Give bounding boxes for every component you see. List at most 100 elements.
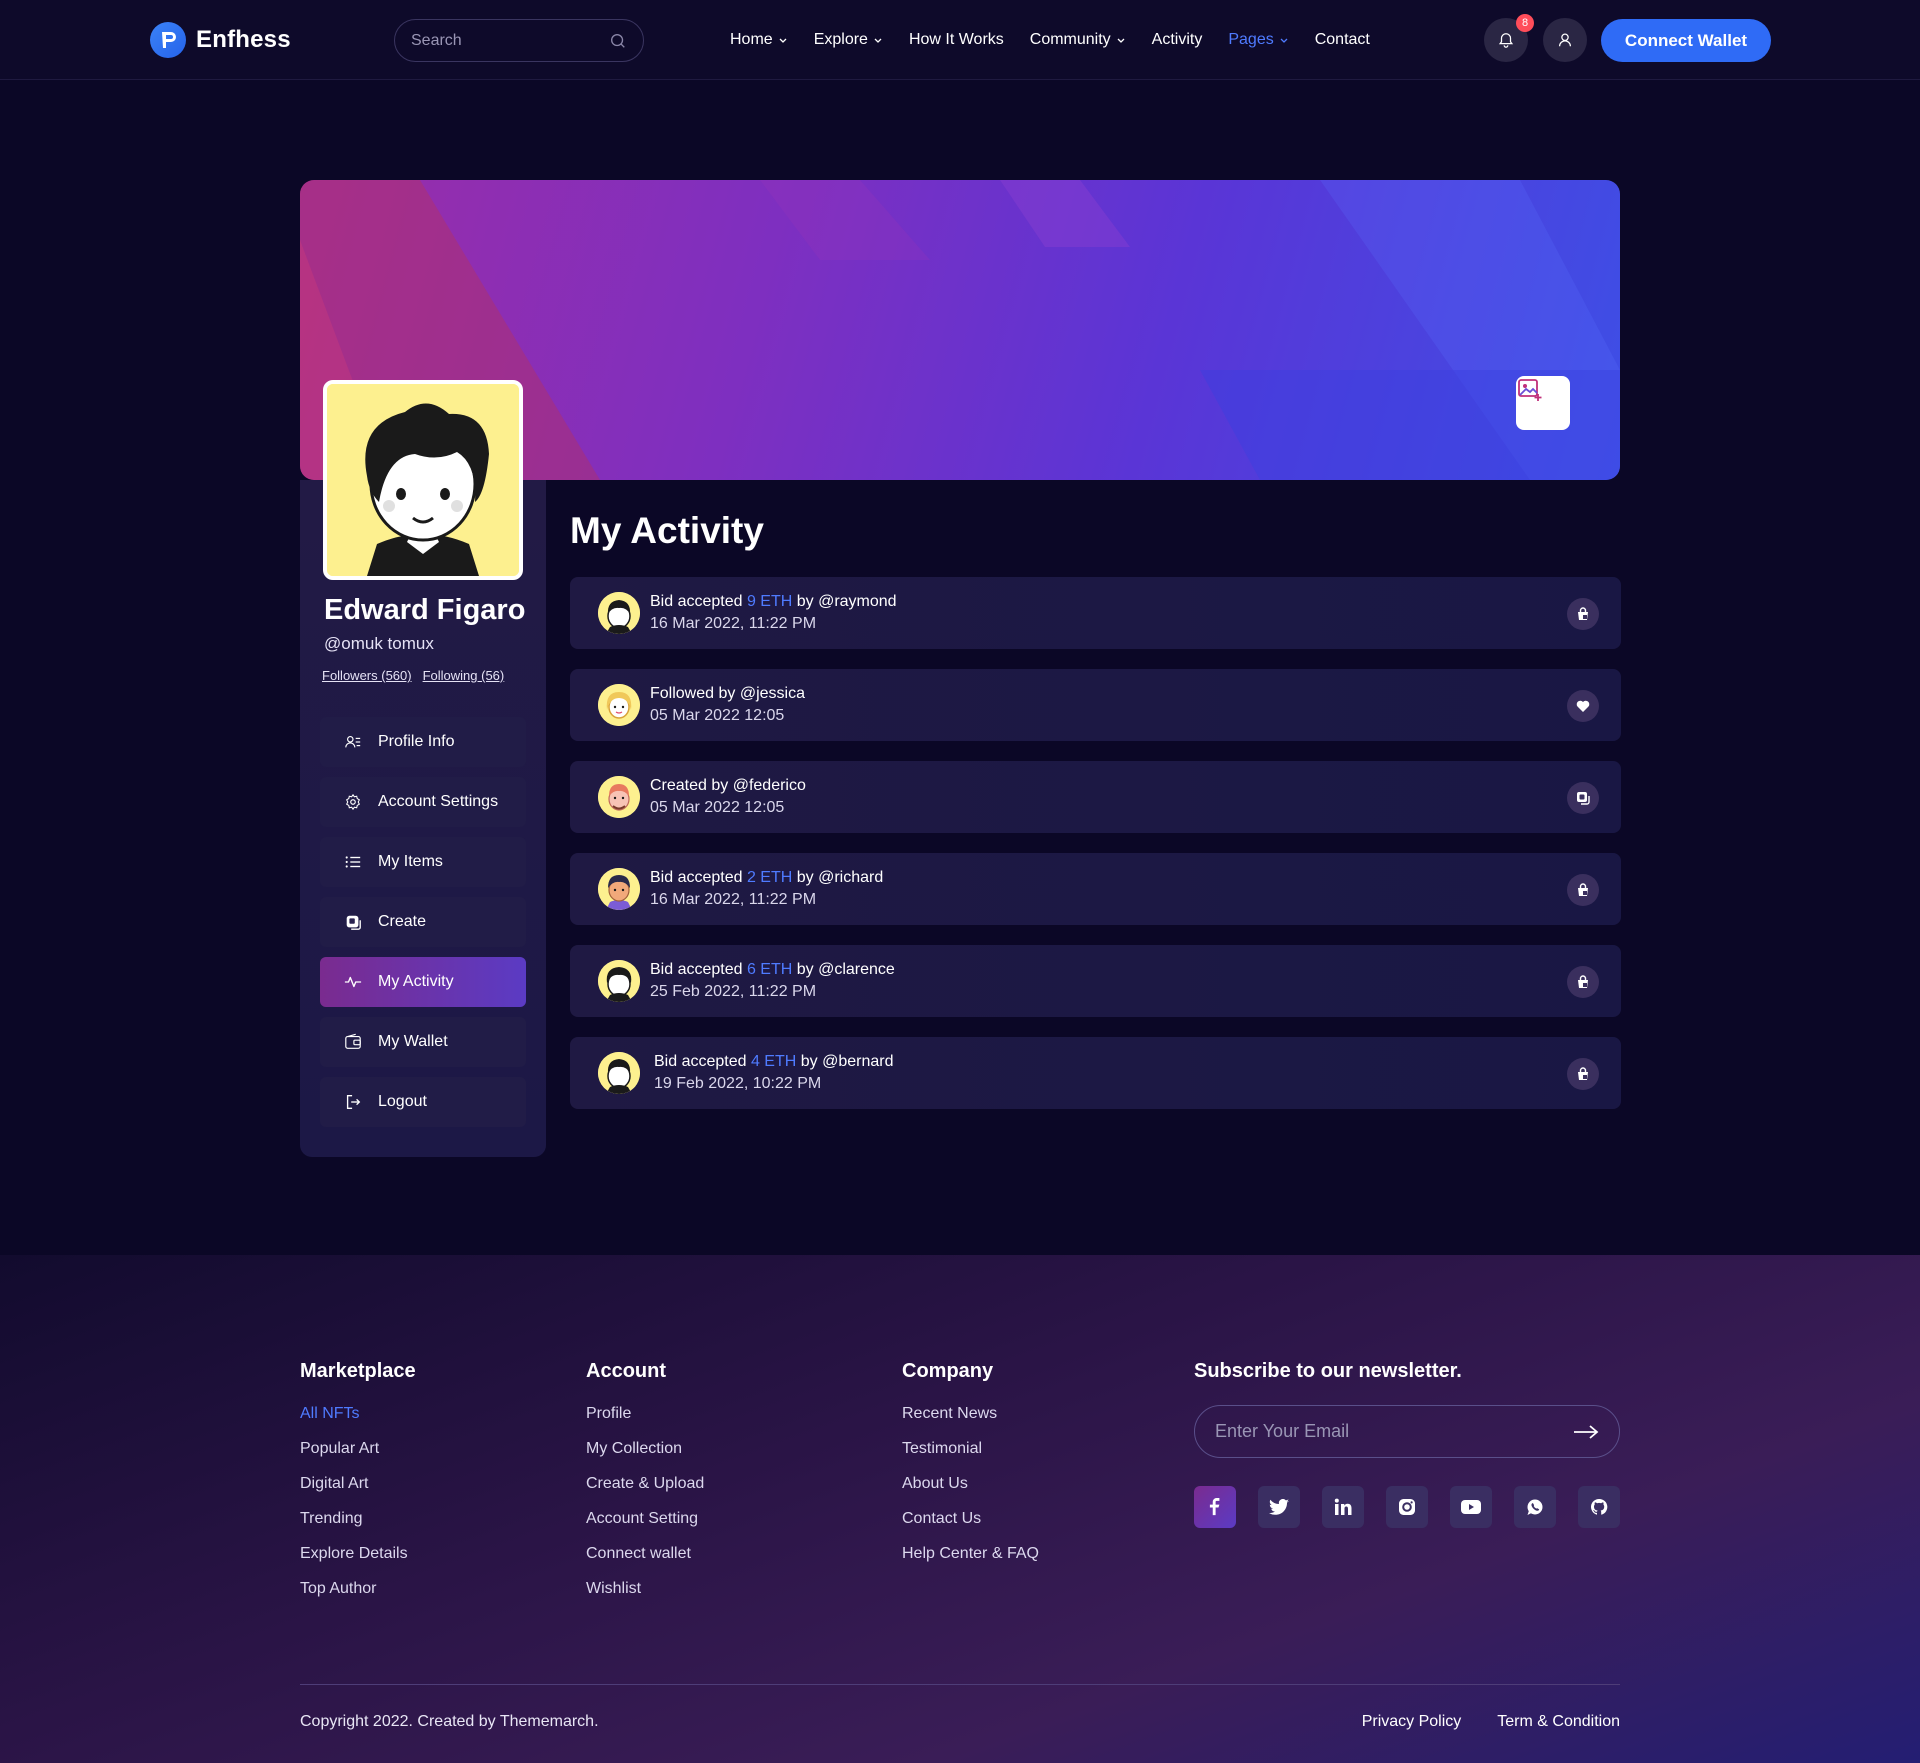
footer-link[interactable]: Explore Details — [300, 1545, 416, 1563]
activity-text-part: by @clarence — [792, 961, 895, 978]
activity-item[interactable]: Bid accepted 6 ETH by @clarence 25 Feb 2… — [570, 945, 1621, 1017]
privacy-policy-link[interactable]: Privacy Policy — [1362, 1713, 1462, 1731]
footer-link[interactable]: My Collection — [586, 1440, 704, 1458]
activity-text-part: Bid accepted — [650, 869, 747, 886]
user-menu-button[interactable] — [1543, 18, 1587, 62]
heart-icon[interactable] — [1567, 690, 1599, 722]
avatar — [598, 776, 640, 818]
notifications-button[interactable]: 8 — [1484, 14, 1534, 62]
eth-amount: 6 ETH — [746, 961, 793, 978]
instagram-icon[interactable] — [1386, 1486, 1428, 1528]
activity-text-part: Bid accepted — [650, 961, 747, 978]
profile-avatar[interactable] — [323, 380, 523, 580]
shopping-bag-icon[interactable] — [1567, 966, 1599, 998]
avatar — [598, 960, 640, 1002]
nav-explore[interactable]: Explore — [814, 31, 883, 49]
footer-link[interactable]: Popular Art — [300, 1440, 416, 1458]
nav-explore-label: Explore — [813, 31, 868, 48]
footer-link[interactable]: About Us — [902, 1475, 1039, 1493]
activity-item[interactable]: Followed by @jessica 05 Mar 2022 12:05 — [570, 669, 1621, 741]
activity-list: Bid accepted 9 ETH by @raymond 16 Mar 20… — [570, 577, 1621, 1129]
chevron-down-icon — [1117, 38, 1125, 43]
menu-label: My Items — [378, 853, 443, 870]
terms-link[interactable]: Term & Condition — [1497, 1713, 1620, 1731]
activity-time: 05 Mar 2022 12:05 — [650, 707, 785, 724]
shopping-bag-icon[interactable] — [1567, 1058, 1599, 1090]
activity-item[interactable]: Bid accepted 9 ETH by @raymond 16 Mar 20… — [570, 577, 1621, 649]
bell-icon — [1498, 33, 1514, 48]
nav-home[interactable]: Home — [730, 31, 788, 49]
followers-link[interactable]: Followers (560) — [322, 668, 412, 683]
activity-item[interactable]: Bid accepted 4 ETH by @bernard 19 Feb 20… — [570, 1037, 1621, 1109]
footer-link[interactable]: Help Center & FAQ — [902, 1545, 1039, 1563]
nav-pages-label: Pages — [1228, 31, 1274, 48]
menu-my-activity[interactable]: My Activity — [320, 957, 526, 1007]
footer-link[interactable]: Digital Art — [300, 1475, 416, 1493]
menu-my-items[interactable]: My Items — [320, 837, 526, 887]
top-navbar: Enfhess Search Home Explore How It Works… — [0, 0, 1920, 80]
nav-contact[interactable]: Contact — [1315, 31, 1370, 49]
search-input[interactable]: Search — [394, 19, 644, 62]
menu-profile-info[interactable]: Profile Info — [320, 717, 526, 767]
activity-text-part: by @raymond — [792, 593, 897, 610]
linkedin-icon[interactable] — [1322, 1486, 1364, 1528]
footer-link[interactable]: All NFTs — [300, 1405, 416, 1423]
footer-link[interactable]: Top Author — [300, 1580, 416, 1598]
github-icon[interactable] — [1578, 1486, 1620, 1528]
connect-wallet-button[interactable]: Connect Wallet — [1601, 19, 1771, 62]
shopping-bag-icon[interactable] — [1567, 874, 1599, 906]
activity-item[interactable]: Bid accepted 2 ETH by @richard 16 Mar 20… — [570, 853, 1621, 925]
menu-logout[interactable]: Logout — [320, 1077, 526, 1127]
activity-icon — [344, 976, 362, 988]
shopping-bag-icon[interactable] — [1567, 598, 1599, 630]
brand-logo[interactable]: Enfhess — [150, 22, 291, 58]
footer-link[interactable]: Testimonial — [902, 1440, 1039, 1458]
eth-amount: 2 ETH — [746, 869, 793, 886]
logout-icon — [346, 1095, 361, 1109]
footer-heading: Marketplace — [300, 1360, 416, 1382]
newsletter-email-field[interactable]: Enter Your Email — [1194, 1405, 1620, 1458]
menu-label: Create — [378, 913, 427, 930]
activity-item[interactable]: Created by @federico 05 Mar 2022 12:05 — [570, 761, 1621, 833]
footer-link[interactable]: Contact Us — [902, 1510, 1039, 1528]
nav-contact-label: Contact — [1314, 31, 1370, 48]
youtube-icon[interactable] — [1450, 1486, 1492, 1528]
activity-text-part: Bid accepted — [650, 593, 747, 610]
footer-company: Company Recent News Testimonial About Us… — [902, 1360, 1039, 1580]
menu-my-wallet[interactable]: My Wallet — [320, 1017, 526, 1067]
footer-link[interactable]: Connect wallet — [586, 1545, 704, 1563]
nav-community[interactable]: Community — [1030, 31, 1126, 49]
nav-how-it-works[interactable]: How It Works — [909, 31, 1004, 49]
footer-link[interactable]: Create & Upload — [586, 1475, 704, 1493]
create-icon[interactable] — [1567, 782, 1599, 814]
menu-account-settings[interactable]: Account Settings — [320, 777, 526, 827]
following-link[interactable]: Following (56) — [423, 668, 505, 683]
footer-link[interactable]: Wishlist — [586, 1580, 704, 1598]
footer-link[interactable]: Account Setting — [586, 1510, 704, 1528]
profile-menu: Profile Info Account Settings My Items C… — [320, 717, 526, 1137]
nav-pages[interactable]: Pages — [1228, 31, 1288, 49]
avatar-illustration — [327, 384, 519, 576]
facebook-icon[interactable] — [1194, 1486, 1236, 1528]
twitter-icon[interactable] — [1258, 1486, 1300, 1528]
footer-divider — [300, 1684, 1620, 1685]
footer-marketplace: Marketplace All NFTs Popular Art Digital… — [300, 1360, 416, 1615]
notification-badge: 8 — [1516, 14, 1534, 32]
chevron-down-icon — [874, 38, 882, 43]
menu-label: Profile Info — [378, 733, 455, 750]
list-icon — [345, 856, 361, 868]
menu-create[interactable]: Create — [320, 897, 526, 947]
nav-activity[interactable]: Activity — [1152, 31, 1203, 49]
search-icon[interactable] — [609, 32, 627, 50]
footer-link[interactable]: Trending — [300, 1510, 416, 1528]
image-add-icon — [1518, 379, 1542, 401]
arrow-right-icon[interactable] — [1573, 1424, 1599, 1440]
footer-link[interactable]: Profile — [586, 1405, 704, 1423]
activity-text: Bid accepted 2 ETH by @richard — [650, 869, 883, 887]
whatsapp-icon[interactable] — [1514, 1486, 1556, 1528]
activity-text-part: Followed by @jessica — [650, 685, 805, 702]
footer-newsletter: Subscribe to our newsletter. Enter Your … — [1194, 1360, 1620, 1528]
change-cover-button[interactable] — [1516, 376, 1570, 430]
footer-link[interactable]: Recent News — [902, 1405, 1039, 1423]
activity-time: 16 Mar 2022, 11:22 PM — [650, 615, 817, 632]
